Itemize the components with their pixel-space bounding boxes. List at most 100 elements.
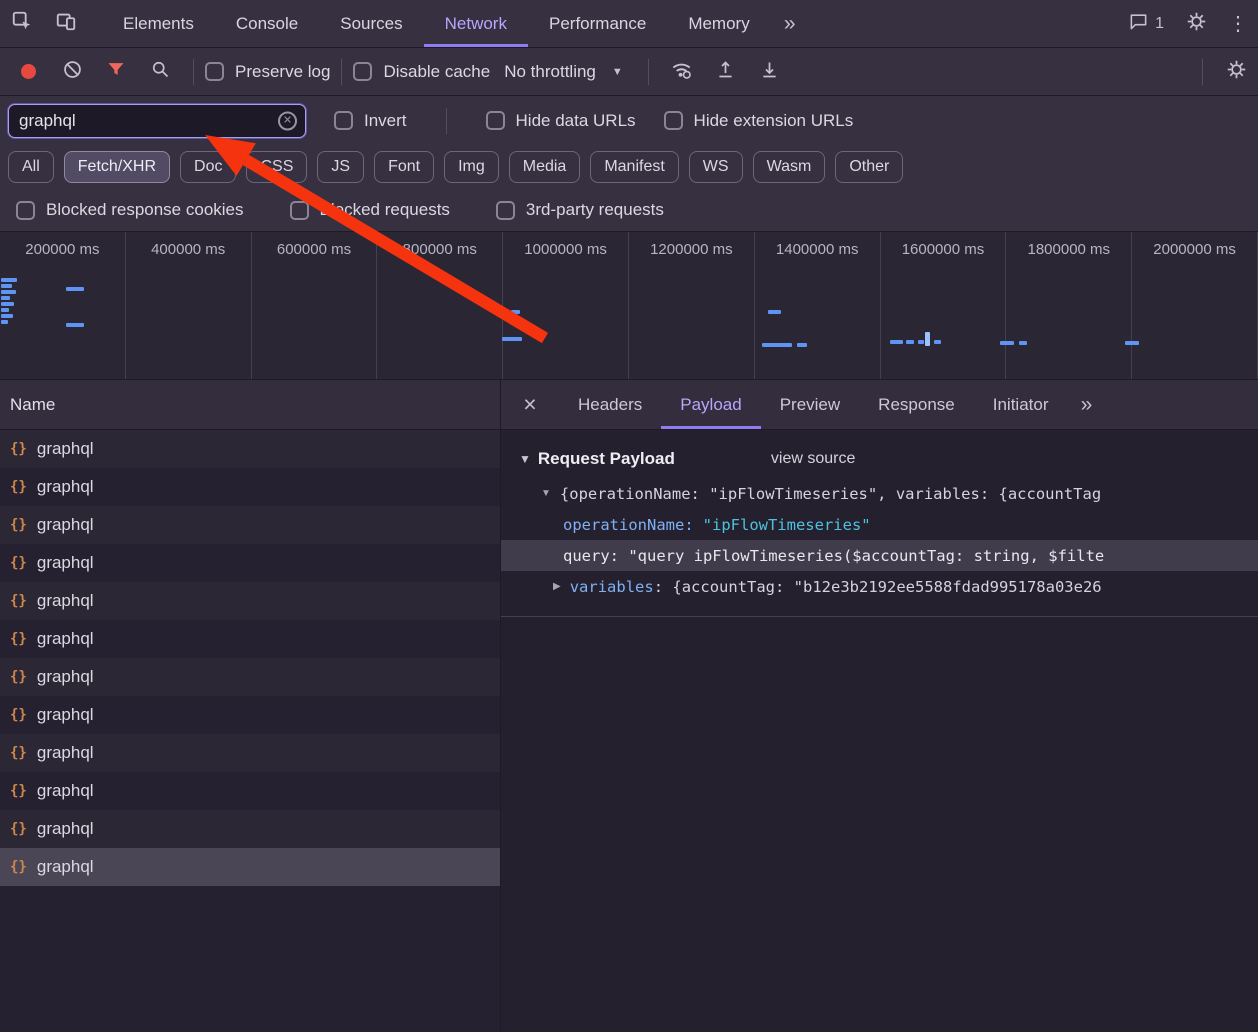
type-chip-css[interactable]: CSS [246, 151, 307, 183]
filter-input[interactable] [8, 104, 306, 138]
tab-network[interactable]: Network [424, 0, 528, 47]
type-chip-media[interactable]: Media [509, 151, 581, 183]
detail-pane: × HeadersPayloadPreviewResponseInitiator… [501, 380, 1258, 1032]
search-button[interactable] [138, 59, 182, 84]
json-braces-icon: {} [10, 707, 27, 723]
expander-closed-icon[interactable]: ▶ [553, 581, 561, 592]
clear-filter-icon[interactable]: ✕ [278, 111, 297, 130]
record-button[interactable] [6, 64, 50, 79]
request-row[interactable]: {}graphql [0, 772, 500, 810]
request-row[interactable]: {}graphql [0, 582, 500, 620]
throttling-select[interactable]: No throttling ▼ [490, 62, 637, 82]
payload-operation-row[interactable]: operationName: "ipFlowTimeseries" [501, 509, 1258, 540]
option-checkbox-3rd-party-requests[interactable]: 3rd-party requests [496, 200, 664, 220]
detail-tab-headers[interactable]: Headers [559, 380, 661, 429]
toolbar-divider [1202, 59, 1203, 85]
network-activity-tick [797, 343, 807, 347]
clear-icon [62, 59, 83, 85]
checkbox-icon[interactable] [496, 201, 515, 220]
payload-query-text: query: "query ipFlowTimeseries($accountT… [563, 547, 1104, 565]
hide-extension-urls-checkbox[interactable]: Hide extension URLs [664, 111, 854, 131]
tab-performance[interactable]: Performance [528, 0, 667, 47]
import-har-button[interactable] [704, 59, 748, 85]
checkbox-icon[interactable] [664, 111, 683, 130]
type-chip-wasm[interactable]: Wasm [753, 151, 826, 183]
request-row[interactable]: {}graphql [0, 544, 500, 582]
request-row[interactable]: {}graphql [0, 848, 500, 886]
payload-summary-row[interactable]: ▼ {operationName: "ipFlowTimeseries", va… [501, 478, 1258, 509]
option-checkbox-blocked-requests[interactable]: Blocked requests [290, 200, 450, 220]
detail-tab-payload[interactable]: Payload [661, 380, 760, 429]
network-activity-tick [1, 284, 12, 288]
network-activity-tick [925, 332, 930, 346]
view-source-link[interactable]: view source [771, 450, 855, 468]
name-column-header[interactable]: Name [0, 380, 500, 430]
issues-button[interactable]: 1 [1119, 0, 1174, 47]
type-chip-manifest[interactable]: Manifest [590, 151, 678, 183]
more-detail-tabs-button[interactable]: » [1067, 380, 1105, 429]
inspect-cursor-icon [11, 10, 33, 37]
collapse-triangle-icon[interactable]: ▼ [519, 452, 531, 466]
type-chip-img[interactable]: Img [444, 151, 499, 183]
type-chip-ws[interactable]: WS [689, 151, 743, 183]
type-chip-js[interactable]: JS [317, 151, 364, 183]
filter-toggle-button[interactable] [94, 59, 138, 84]
hide-data-urls-checkbox[interactable]: Hide data URLs [486, 111, 636, 131]
request-row[interactable]: {}graphql [0, 734, 500, 772]
type-chip-font[interactable]: Font [374, 151, 434, 183]
preserve-log-checkbox[interactable]: Preserve log [205, 62, 330, 82]
request-row[interactable]: {}graphql [0, 430, 500, 468]
checkbox-icon[interactable] [290, 201, 309, 220]
detail-tab-initiator[interactable]: Initiator [974, 380, 1068, 429]
export-har-button[interactable] [748, 59, 792, 85]
type-chip-all[interactable]: All [8, 151, 54, 183]
request-name: graphql [37, 553, 94, 573]
timeline-label: 600000 ms [277, 241, 351, 379]
clear-button[interactable] [50, 59, 94, 85]
request-row[interactable]: {}graphql [0, 468, 500, 506]
timeline-overview[interactable]: 200000 ms400000 ms600000 ms800000 ms1000… [0, 232, 1258, 380]
request-row[interactable]: {}graphql [0, 620, 500, 658]
request-row[interactable]: {}graphql [0, 506, 500, 544]
checkbox-icon[interactable] [334, 111, 353, 130]
checkbox-icon[interactable] [486, 111, 505, 130]
network-settings-button[interactable] [1214, 59, 1258, 85]
gear-icon [1186, 11, 1207, 37]
checkbox-icon[interactable] [205, 62, 224, 81]
detail-tab-response[interactable]: Response [859, 380, 974, 429]
kebab-menu-button[interactable]: ⋮ [1218, 0, 1258, 47]
network-activity-tick [511, 310, 520, 314]
network-conditions-button[interactable] [660, 58, 704, 86]
network-activity-tick [1019, 341, 1027, 345]
request-row[interactable]: {}graphql [0, 810, 500, 848]
disable-cache-checkbox[interactable]: Disable cache [353, 62, 490, 82]
more-tabs-button[interactable]: » [771, 0, 809, 47]
inspect-element-button[interactable] [0, 0, 44, 47]
tab-sources[interactable]: Sources [319, 0, 423, 47]
request-name: graphql [37, 477, 94, 497]
type-chip-doc[interactable]: Doc [180, 151, 236, 183]
request-name: graphql [37, 439, 94, 459]
close-detail-button[interactable]: × [501, 380, 559, 429]
tab-elements[interactable]: Elements [102, 0, 215, 47]
detail-tab-preview[interactable]: Preview [761, 380, 859, 429]
checkbox-icon[interactable] [353, 62, 372, 81]
device-toolbar-button[interactable] [44, 0, 88, 47]
payload-summary: {operationName: "ipFlowTimeseries", vari… [560, 485, 1101, 503]
type-chip-other[interactable]: Other [835, 151, 903, 183]
network-activity-tick [918, 340, 924, 344]
request-row[interactable]: {}graphql [0, 658, 500, 696]
option-checkbox-blocked-response-cookies[interactable]: Blocked response cookies [16, 200, 244, 220]
payload-query-row[interactable]: query: "query ipFlowTimeseries($accountT… [501, 540, 1258, 571]
checkbox-icon[interactable] [16, 201, 35, 220]
settings-button[interactable] [1174, 0, 1218, 47]
checkbox-label: 3rd-party requests [526, 200, 664, 220]
expander-open-icon[interactable]: ▼ [541, 488, 551, 499]
payload-variables-row[interactable]: ▶ variables: {accountTag: "b12e3b2192ee5… [501, 571, 1258, 602]
tab-console[interactable]: Console [215, 0, 319, 47]
type-chip-fetch-xhr[interactable]: Fetch/XHR [64, 151, 170, 183]
invert-checkbox[interactable]: Invert [334, 111, 407, 131]
request-row[interactable]: {}graphql [0, 696, 500, 734]
tab-memory[interactable]: Memory [667, 0, 770, 47]
network-activity-tick [1, 290, 16, 294]
